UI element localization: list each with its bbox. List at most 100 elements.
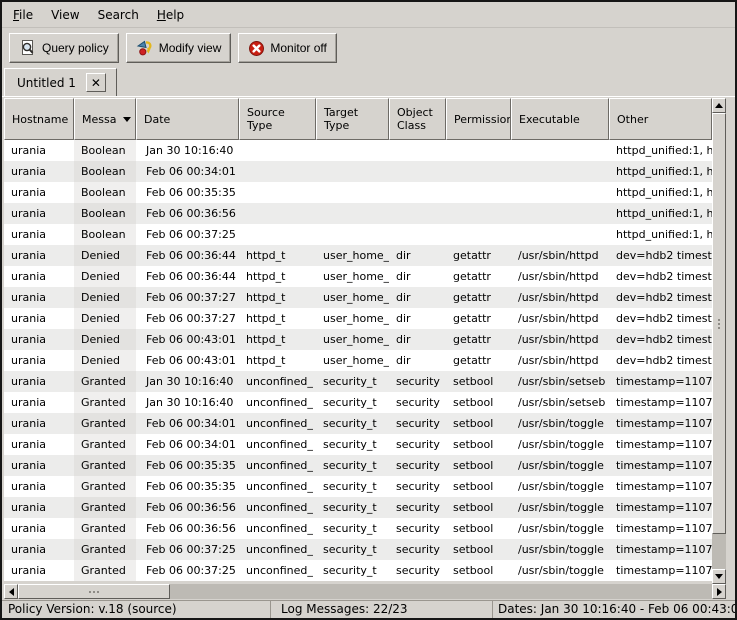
scroll-down-button[interactable] — [712, 569, 726, 584]
table-row[interactable]: uraniaDeniedFeb 06 00:37:27httpd_tuser_h… — [4, 287, 712, 308]
column-header-other[interactable]: Other — [609, 98, 712, 140]
cell-other: dev=hdb2 timesta — [609, 308, 712, 329]
cell-object_class — [389, 224, 446, 245]
table-row[interactable]: uraniaGrantedFeb 06 00:34:01unconfined_s… — [4, 434, 712, 455]
column-header-date[interactable]: Date — [136, 98, 239, 140]
cell-message: Denied — [74, 287, 136, 308]
table-row[interactable]: uraniaBooleanFeb 06 00:37:25httpd_unifie… — [4, 224, 712, 245]
cell-date: Feb 06 00:36:56 — [136, 203, 239, 224]
column-header-message[interactable]: Messa — [74, 98, 136, 140]
table-row[interactable]: uraniaDeniedFeb 06 00:43:01httpd_tuser_h… — [4, 350, 712, 371]
cell-date: Feb 06 00:43:01 — [136, 329, 239, 350]
cell-other: timestamp=11076 — [609, 476, 712, 497]
tab-close-button[interactable]: ✕ — [86, 73, 106, 92]
cell-source_type: unconfined_ — [239, 476, 316, 497]
cell-date: Feb 06 00:35:35 — [136, 476, 239, 497]
cell-permission: setbool — [446, 497, 511, 518]
cell-message: Granted — [74, 518, 136, 539]
menu-help-label: elp — [166, 8, 184, 22]
vertical-scrollbar-thumb[interactable] — [712, 113, 726, 534]
table-row[interactable]: uraniaBooleanFeb 06 00:34:01httpd_unifie… — [4, 161, 712, 182]
table-row[interactable]: uraniaGrantedFeb 06 00:35:35unconfined_s… — [4, 455, 712, 476]
modify-view-button[interactable]: Modify view — [126, 33, 232, 63]
policy-version-status: Policy Version: v.18 (source) — [2, 601, 270, 619]
cell-source_type: unconfined_ — [239, 413, 316, 434]
cell-target_type: security_t — [316, 371, 389, 392]
column-header-object_class[interactable]: ObjectClass — [389, 98, 446, 140]
column-header-permission[interactable]: Permission — [446, 98, 511, 140]
menu-view[interactable]: View — [42, 4, 88, 26]
horizontal-scrollbar[interactable] — [4, 584, 726, 599]
horizontal-scrollbar-trough[interactable] — [170, 584, 712, 599]
tab-untitled-1[interactable]: Untitled 1 ✕ — [4, 68, 117, 96]
cell-message: Denied — [74, 329, 136, 350]
cell-source_type: unconfined_ — [239, 518, 316, 539]
scroll-right-button[interactable] — [712, 584, 726, 599]
cell-other: timestamp=11076 — [609, 455, 712, 476]
table-row[interactable]: uraniaBooleanFeb 06 00:35:35httpd_unifie… — [4, 182, 712, 203]
menu-help[interactable]: Help — [148, 4, 193, 26]
vertical-scrollbar-trough[interactable] — [712, 534, 726, 569]
cell-other: dev=hdb2 timesta — [609, 266, 712, 287]
cell-message: Boolean — [74, 161, 136, 182]
cell-date: Feb 06 00:37:25 — [136, 224, 239, 245]
scroll-up-button[interactable] — [712, 98, 726, 113]
menu-search[interactable]: Search — [89, 4, 148, 26]
cell-object_class: security — [389, 392, 446, 413]
column-header-source_type[interactable]: SourceType — [239, 98, 316, 140]
vertical-scrollbar[interactable] — [712, 98, 726, 584]
sort-descending-icon — [123, 117, 131, 122]
monitor-off-label: Monitor off — [270, 41, 326, 55]
cell-permission: getattr — [446, 287, 511, 308]
cell-other: timestamp=11071 — [609, 371, 712, 392]
cell-source_type: httpd_t — [239, 350, 316, 371]
cell-other: timestamp=11076 — [609, 518, 712, 539]
table-row[interactable]: uraniaBooleanFeb 06 00:36:56httpd_unifie… — [4, 203, 712, 224]
tab-bar: Untitled 1 ✕ — [4, 68, 117, 96]
table-row[interactable]: uraniaGrantedJan 30 10:16:40unconfined_s… — [4, 371, 712, 392]
cell-target_type — [316, 161, 389, 182]
horizontal-scrollbar-thumb[interactable] — [18, 584, 170, 599]
cell-object_class: dir — [389, 266, 446, 287]
column-header-target_type[interactable]: TargetType — [316, 98, 389, 140]
table-row[interactable]: uraniaDeniedFeb 06 00:43:01httpd_tuser_h… — [4, 329, 712, 350]
cell-message: Denied — [74, 266, 136, 287]
table-row[interactable]: uraniaGrantedFeb 06 00:37:25unconfined_s… — [4, 539, 712, 560]
cell-executable: /usr/sbin/toggle — [511, 434, 609, 455]
scroll-left-button[interactable] — [4, 584, 18, 599]
table-row[interactable]: uraniaGrantedFeb 06 00:35:35unconfined_s… — [4, 476, 712, 497]
cell-other: timestamp=11076 — [609, 497, 712, 518]
arrow-right-icon — [717, 588, 722, 596]
table-row[interactable]: uraniaGrantedFeb 06 00:37:25unconfined_s… — [4, 560, 712, 581]
table-row[interactable]: uraniaDeniedFeb 06 00:36:44httpd_tuser_h… — [4, 266, 712, 287]
table-row[interactable]: uraniaDeniedFeb 06 00:36:44httpd_tuser_h… — [4, 245, 712, 266]
cell-other: timestamp=11071 — [609, 392, 712, 413]
cell-target_type: security_t — [316, 518, 389, 539]
cell-other: httpd_unified:1, h — [609, 203, 712, 224]
cell-date: Feb 06 00:34:01 — [136, 434, 239, 455]
column-header-hostname[interactable]: Hostname — [4, 98, 74, 140]
cell-other: httpd_unified:1, h — [609, 140, 712, 161]
cell-message: Boolean — [74, 224, 136, 245]
menu-file-label: ile — [19, 8, 33, 22]
cell-hostname: urania — [4, 455, 74, 476]
table-row[interactable]: uraniaGrantedFeb 06 00:36:56unconfined_s… — [4, 518, 712, 539]
menu-file[interactable]: File — [4, 4, 42, 26]
cell-hostname: urania — [4, 266, 74, 287]
table-row[interactable]: uraniaGrantedFeb 06 00:36:56unconfined_s… — [4, 497, 712, 518]
query-policy-button[interactable]: Query policy — [9, 33, 119, 63]
table-row[interactable]: uraniaDeniedFeb 06 00:37:27httpd_tuser_h… — [4, 308, 712, 329]
cell-executable: /usr/sbin/setseb — [511, 371, 609, 392]
table-row[interactable]: uraniaGrantedJan 30 10:16:40unconfined_s… — [4, 392, 712, 413]
cell-target_type: security_t — [316, 560, 389, 581]
cell-source_type: httpd_t — [239, 266, 316, 287]
cell-date: Feb 06 00:35:35 — [136, 182, 239, 203]
table-row[interactable]: uraniaBooleanJan 30 10:16:40httpd_unifie… — [4, 140, 712, 161]
cell-executable — [511, 161, 609, 182]
monitor-off-button[interactable]: Monitor off — [238, 33, 336, 63]
cell-message: Granted — [74, 476, 136, 497]
table-row[interactable]: uraniaGrantedFeb 06 00:34:01unconfined_s… — [4, 413, 712, 434]
column-header-executable[interactable]: Executable — [511, 98, 609, 140]
cell-target_type: user_home_ — [316, 287, 389, 308]
cell-source_type — [239, 203, 316, 224]
